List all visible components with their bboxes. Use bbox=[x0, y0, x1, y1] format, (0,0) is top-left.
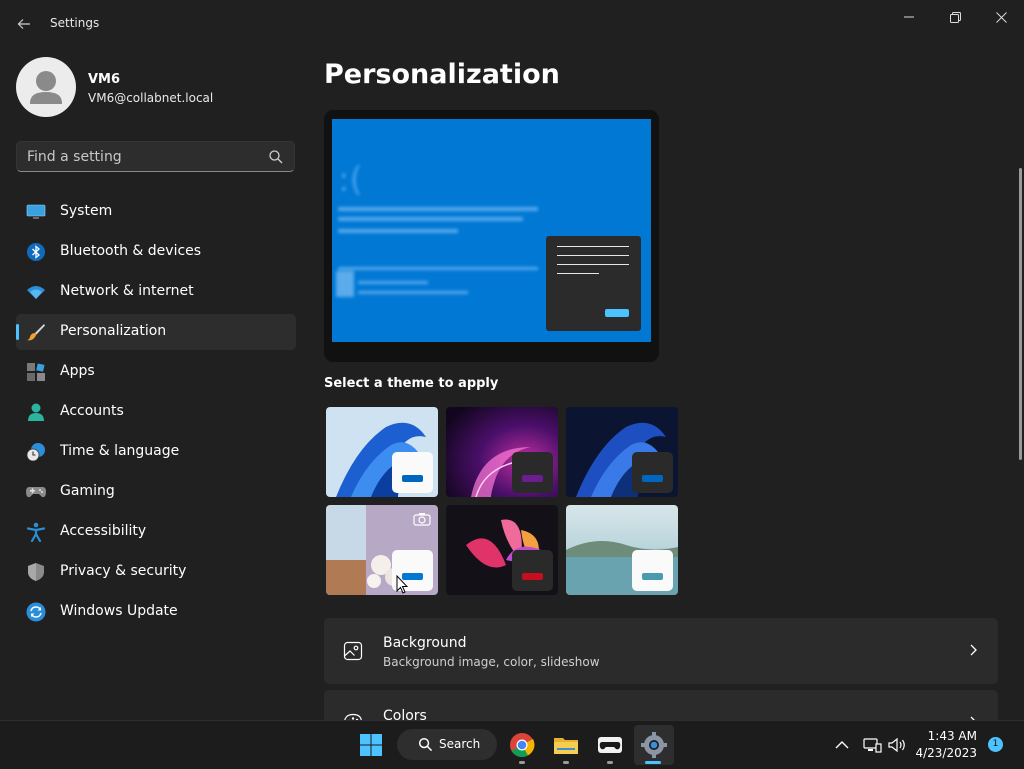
active-indicator bbox=[645, 761, 661, 764]
sidebar: VM6 VM6@collabnet.local System Bluetooth… bbox=[0, 48, 312, 720]
sidebar-item-personalization[interactable]: Personalization bbox=[16, 314, 296, 350]
background-settings-card[interactable]: Background Background image, color, slid… bbox=[324, 618, 998, 684]
theme-captured-motion[interactable] bbox=[326, 505, 438, 595]
shield-icon bbox=[26, 562, 46, 582]
sidebar-item-apps[interactable]: Apps bbox=[16, 354, 296, 390]
card-title: Background bbox=[383, 635, 467, 651]
sidebar-item-system[interactable]: System bbox=[16, 194, 296, 230]
preview-dialog bbox=[546, 236, 641, 331]
apps-icon bbox=[26, 362, 46, 382]
preview-desktop: :( bbox=[332, 119, 651, 342]
theme-accent-badge bbox=[632, 452, 673, 493]
app-title: Settings bbox=[50, 16, 99, 30]
main-content: Personalization :( bbox=[312, 48, 1024, 720]
taskbar-search-label: Search bbox=[439, 737, 480, 751]
search-box[interactable] bbox=[16, 141, 295, 172]
sidebar-item-label: Accessibility bbox=[60, 523, 146, 539]
mouse-cursor-icon bbox=[396, 575, 408, 594]
camera-icon bbox=[413, 512, 431, 526]
theme-windows-light[interactable] bbox=[326, 407, 438, 497]
page-title: Personalization bbox=[324, 59, 560, 90]
start-icon[interactable] bbox=[357, 731, 385, 759]
clock-date[interactable]: 4/23/2023 bbox=[915, 746, 977, 760]
bluetooth-icon bbox=[26, 242, 46, 262]
taskbar-search-button[interactable]: Search bbox=[397, 729, 497, 760]
sidebar-item-label: Time & language bbox=[60, 443, 179, 459]
sidebar-item-label: Personalization bbox=[60, 323, 166, 339]
user-name: VM6 bbox=[88, 72, 120, 87]
game-controller-icon[interactable] bbox=[596, 731, 624, 759]
settings-gear-icon[interactable] bbox=[640, 731, 668, 759]
theme-preview: :( bbox=[324, 110, 659, 362]
user-avatar-icon[interactable] bbox=[16, 57, 76, 117]
close-icon bbox=[996, 12, 1007, 23]
sidebar-item-privacy-security[interactable]: Privacy & security bbox=[16, 554, 296, 590]
theme-accent-badge bbox=[392, 452, 433, 493]
sidebar-item-network[interactable]: Network & internet bbox=[16, 274, 296, 310]
sidebar-item-label: Windows Update bbox=[60, 603, 178, 619]
sidebar-item-windows-update[interactable]: Windows Update bbox=[16, 594, 296, 630]
search-input[interactable] bbox=[27, 147, 257, 167]
theme-sunrise[interactable] bbox=[566, 505, 678, 595]
wifi-icon bbox=[26, 282, 46, 302]
chevron-right-icon bbox=[966, 643, 980, 657]
minimize-button[interactable] bbox=[886, 4, 932, 30]
chevron-up-icon[interactable] bbox=[832, 735, 852, 755]
scrollbar[interactable] bbox=[1019, 168, 1022, 460]
accessibility-icon bbox=[26, 522, 46, 542]
update-icon bbox=[26, 602, 46, 622]
user-email: VM6@collabnet.local bbox=[88, 91, 213, 105]
taskbar: Search 1:43 AM 4/23/2023 1 bbox=[0, 720, 1024, 769]
card-title: Colors bbox=[383, 708, 427, 720]
back-arrow-icon bbox=[17, 17, 31, 31]
volume-icon[interactable] bbox=[887, 735, 907, 755]
network-icon[interactable] bbox=[862, 735, 882, 755]
search-icon bbox=[418, 737, 433, 752]
gamepad-icon bbox=[26, 482, 46, 502]
card-subtitle: Background image, color, slideshow bbox=[383, 655, 600, 669]
image-icon bbox=[343, 641, 363, 661]
palette-icon bbox=[343, 713, 363, 720]
file-explorer-icon[interactable] bbox=[552, 731, 580, 759]
sidebar-item-label: Accounts bbox=[60, 403, 124, 419]
sidebar-item-time-language[interactable]: Time & language bbox=[16, 434, 296, 470]
title-bar: Settings bbox=[0, 0, 1024, 48]
accounts-icon bbox=[26, 402, 46, 422]
restore-icon bbox=[950, 12, 961, 23]
colors-settings-card[interactable]: Colors bbox=[324, 690, 998, 720]
theme-accent-badge bbox=[632, 550, 673, 591]
theme-flow[interactable] bbox=[446, 505, 558, 595]
theme-accent-badge bbox=[512, 452, 553, 493]
clock-time[interactable]: 1:43 AM bbox=[928, 729, 977, 743]
brush-icon bbox=[26, 322, 46, 342]
preview-accent-button bbox=[605, 309, 629, 317]
theme-glow[interactable] bbox=[446, 407, 558, 497]
theme-accent-badge bbox=[512, 550, 553, 591]
theme-section-label: Select a theme to apply bbox=[324, 376, 498, 391]
sidebar-item-label: System bbox=[60, 203, 112, 219]
sidebar-item-label: Bluetooth & devices bbox=[60, 243, 201, 259]
restore-button[interactable] bbox=[932, 4, 978, 30]
minimize-icon bbox=[904, 12, 914, 22]
theme-windows-dark[interactable] bbox=[566, 407, 678, 497]
time-language-icon bbox=[26, 442, 46, 462]
sidebar-item-gaming[interactable]: Gaming bbox=[16, 474, 296, 510]
system-icon bbox=[26, 202, 46, 222]
notification-badge[interactable]: 1 bbox=[988, 737, 1003, 752]
back-button[interactable] bbox=[12, 12, 36, 36]
sidebar-item-bluetooth[interactable]: Bluetooth & devices bbox=[16, 234, 296, 270]
sidebar-item-accounts[interactable]: Accounts bbox=[16, 394, 296, 430]
svg-text::(: :( bbox=[338, 160, 363, 200]
search-icon[interactable] bbox=[268, 149, 284, 165]
sidebar-item-label: Apps bbox=[60, 363, 95, 379]
nav-list: System Bluetooth & devices Network & int… bbox=[16, 194, 296, 634]
sidebar-item-label: Network & internet bbox=[60, 283, 194, 299]
sidebar-item-accessibility[interactable]: Accessibility bbox=[16, 514, 296, 550]
close-button[interactable] bbox=[978, 4, 1024, 30]
sidebar-item-label: Gaming bbox=[60, 483, 115, 499]
chrome-icon[interactable] bbox=[508, 731, 536, 759]
sidebar-item-label: Privacy & security bbox=[60, 563, 186, 579]
